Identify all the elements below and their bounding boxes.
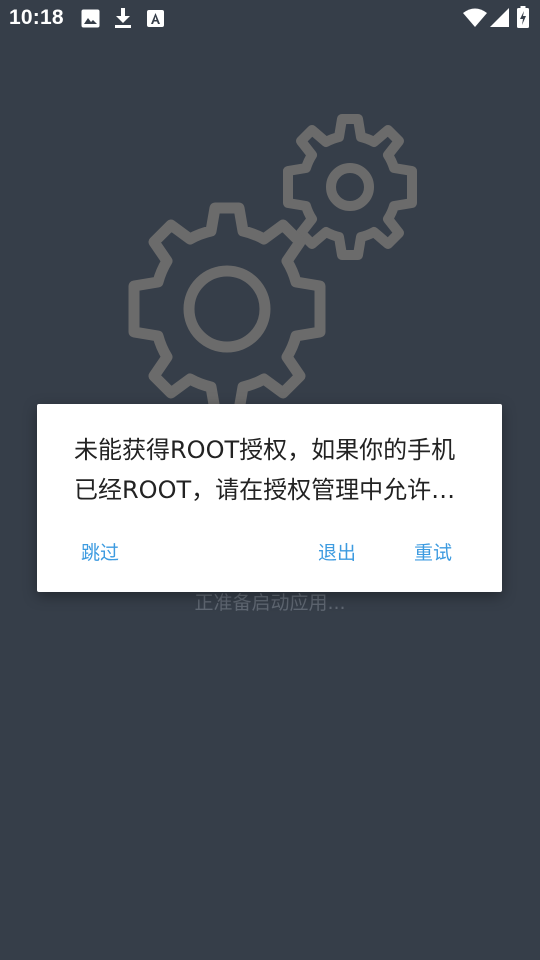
loading-text: 正准备启动应用... (194, 592, 346, 614)
retry-button[interactable]: 重试 (408, 534, 458, 569)
skip-button[interactable]: 跳过 (75, 534, 125, 569)
root-permission-dialog: 未能获得ROOT授权，如果你的手机已经ROOT，请在授权管理中允许本应用使用RO… (37, 404, 502, 592)
dialog-message: 未能获得ROOT授权，如果你的手机已经ROOT，请在授权管理中允许本应用使用RO… (74, 436, 456, 504)
exit-button[interactable]: 退出 (312, 534, 362, 569)
